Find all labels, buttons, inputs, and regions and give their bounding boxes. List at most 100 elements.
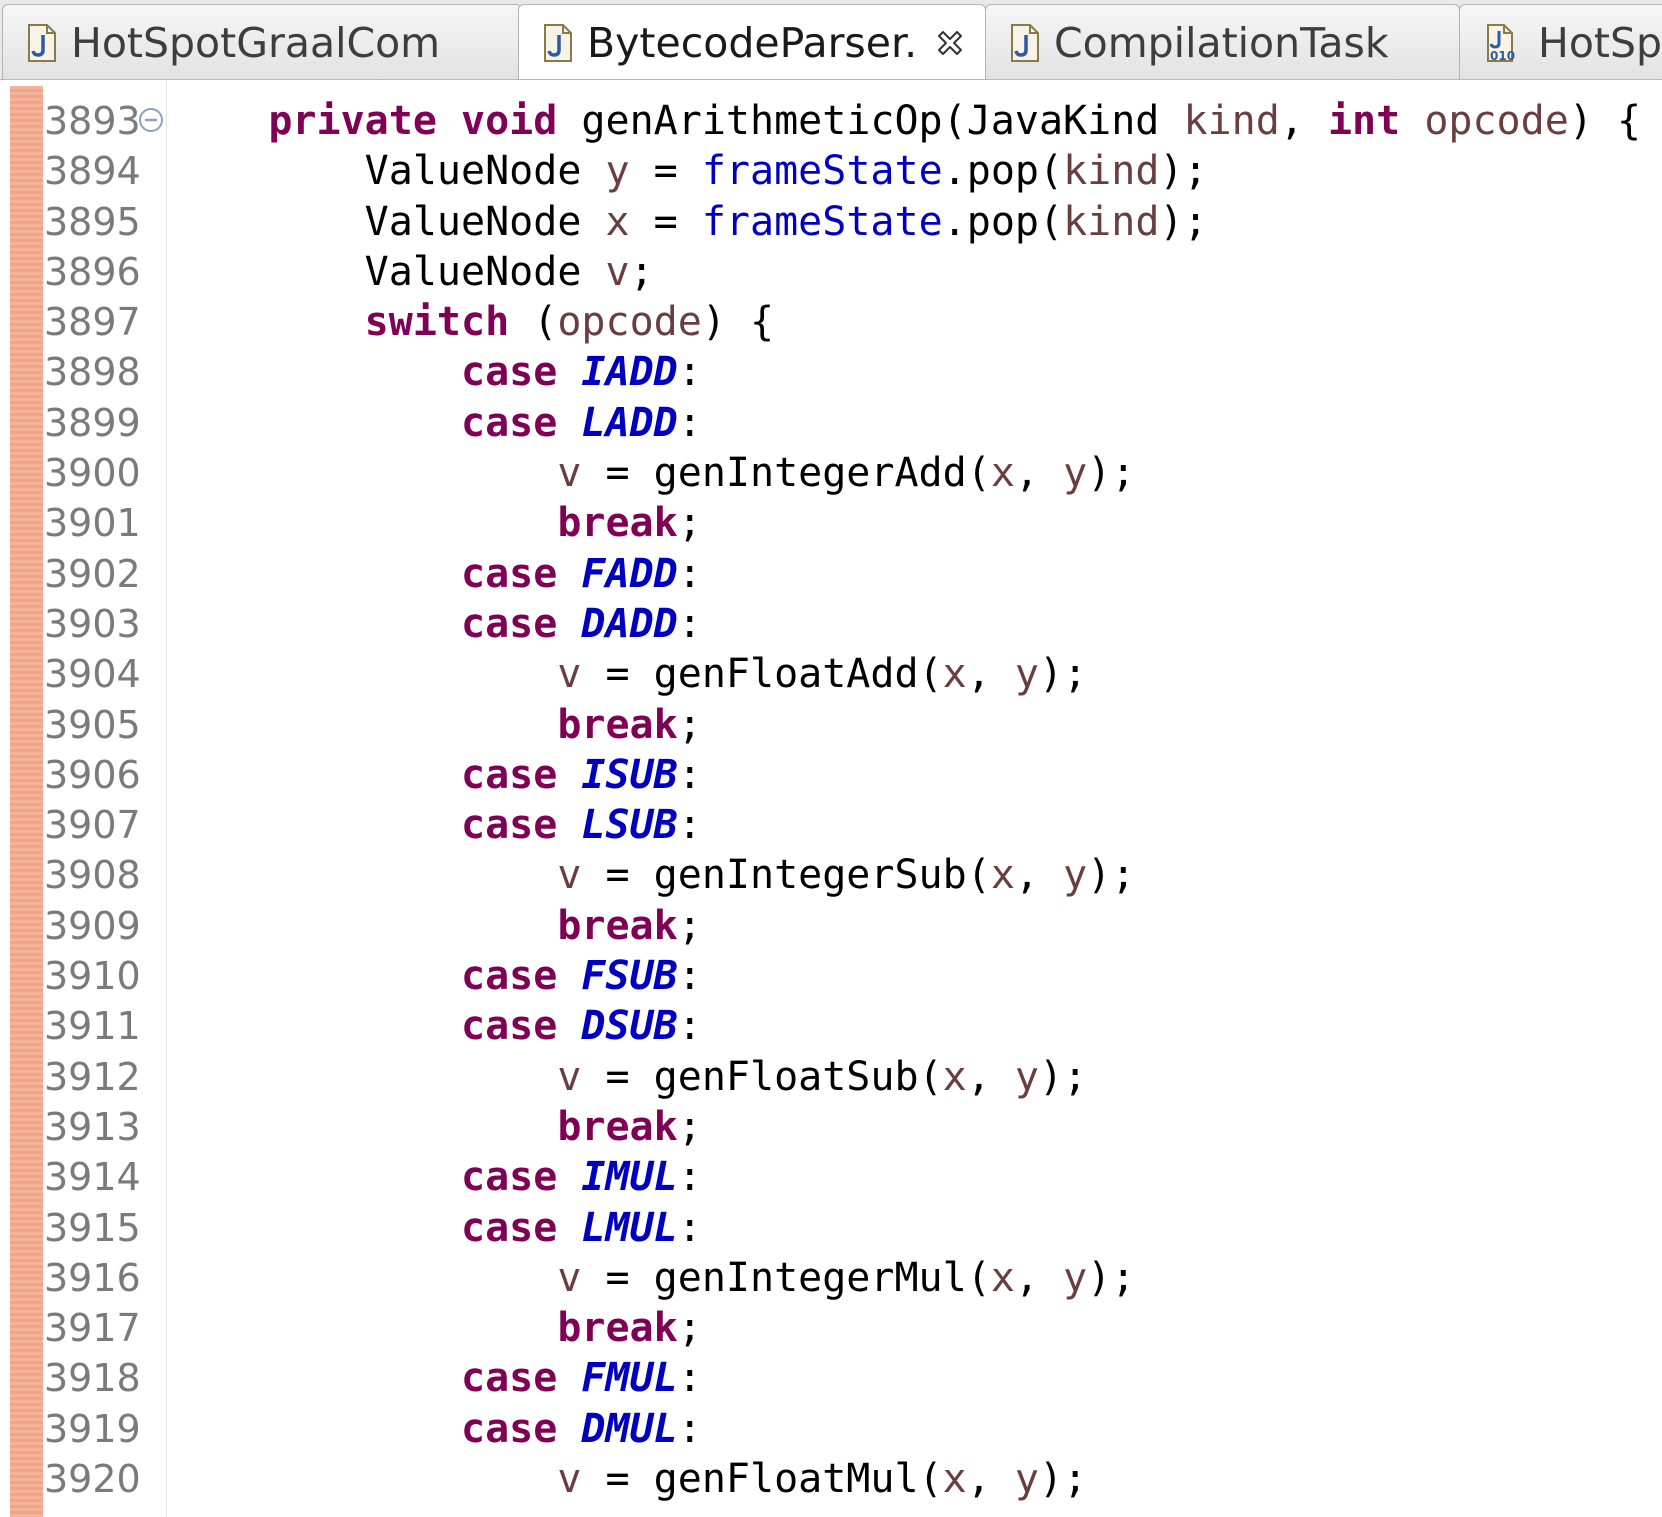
line-number: 3901 — [44, 501, 141, 546]
code-line[interactable]: 3919 case DMUL: — [0, 1404, 1662, 1454]
code-editor[interactable]: 3893 private void genArithmeticOp(JavaKi… — [0, 80, 1662, 1517]
code-token: break — [557, 1103, 678, 1150]
code-token: case — [460, 399, 558, 446]
tab-bytecodeparser[interactable]: BytecodeParser. — [518, 4, 986, 79]
code-token: IADD — [581, 349, 678, 396]
code-token: LADD — [581, 399, 678, 446]
code-line[interactable]: 3903 case DADD: — [0, 599, 1662, 649]
code-lines: 3893 private void genArithmeticOp(JavaKi… — [0, 96, 1662, 1504]
java-file-icon — [1011, 23, 1039, 62]
code-line[interactable]: 3896 ValueNode v; — [0, 247, 1662, 297]
code-line[interactable]: 3902 case FADD: — [0, 549, 1662, 599]
code-line[interactable]: 3907 case LSUB: — [0, 800, 1662, 850]
code-token: FSUB — [581, 953, 678, 1000]
code-line[interactable]: 3893 private void genArithmeticOp(JavaKi… — [0, 96, 1662, 146]
code-line[interactable]: 3895 ValueNode x = frameState.pop(kind); — [0, 197, 1662, 247]
code-token: v — [605, 248, 630, 295]
code-line[interactable]: 3901 break; — [0, 498, 1662, 548]
code-token: case — [460, 600, 558, 647]
tab-hotspotgraalcom[interactable]: HotSpotGraalCom — [2, 4, 522, 79]
code-token: IMUL — [581, 1154, 678, 1201]
code-line[interactable]: 3898 case IADD: — [0, 347, 1662, 397]
code-token: frameState — [701, 148, 943, 195]
code-token: = — [629, 198, 702, 245]
line-number: 3904 — [44, 652, 141, 697]
code-line[interactable]: 3905 break; — [0, 700, 1662, 750]
code-token: v — [557, 1053, 582, 1100]
code-line[interactable]: 3916 v = genIntegerMul(x, y); — [0, 1253, 1662, 1303]
code-line[interactable]: 3904 v = genFloatAdd(x, y); — [0, 649, 1662, 699]
tab-hotsp[interactable]: 010 HotSp — [1459, 4, 1662, 79]
code-text: case FSUB: — [172, 951, 702, 1001]
code-line[interactable]: 3915 case LMUL: — [0, 1203, 1662, 1253]
code-text: v = genIntegerSub(x, y); — [172, 850, 1135, 900]
code-token: x — [942, 1456, 967, 1503]
code-line[interactable]: 3911 case DSUB: — [0, 1001, 1662, 1051]
code-token: case — [460, 751, 558, 798]
code-token: v — [557, 852, 582, 899]
code-token: ); — [1039, 651, 1088, 698]
line-number: 3893 — [44, 99, 141, 143]
code-line[interactable]: 3897 switch (opcode) { — [0, 297, 1662, 347]
code-line[interactable]: 3910 case FSUB: — [0, 951, 1662, 1001]
tab-compilationtask[interactable]: CompilationTask — [985, 4, 1460, 79]
code-token: LSUB — [581, 802, 678, 849]
line-number: 3918 — [44, 1356, 141, 1401]
code-line[interactable]: 3908 v = genIntegerSub(x, y); — [0, 850, 1662, 900]
line-number: 3908 — [44, 853, 141, 898]
line-number: 3903 — [44, 601, 141, 646]
code-token: ); — [1159, 148, 1208, 195]
code-token: : — [677, 550, 702, 597]
code-token: , — [1014, 450, 1064, 497]
code-token: , — [966, 1456, 1015, 1503]
line-number: 3906 — [44, 752, 141, 797]
code-line[interactable]: 3917 break; — [0, 1303, 1662, 1353]
code-token: break — [557, 902, 678, 949]
code-line[interactable]: 3920 v = genFloatMul(x, y); — [0, 1454, 1662, 1504]
code-token: = genFloatSub( — [581, 1053, 943, 1100]
code-line[interactable]: 3914 case IMUL: — [0, 1152, 1662, 1202]
code-token: = genFloatMul( — [581, 1456, 943, 1503]
code-line[interactable]: 3918 case FMUL: — [0, 1353, 1662, 1403]
svg-text:010: 010 — [1490, 49, 1515, 63]
code-token: : — [677, 953, 702, 1000]
code-line[interactable]: 3900 v = genIntegerAdd(x, y); — [0, 448, 1662, 498]
code-token: ); — [1087, 450, 1136, 497]
code-line[interactable]: 3894 ValueNode y = frameState.pop(kind); — [0, 146, 1662, 196]
code-line[interactable]: 3906 case ISUB: — [0, 750, 1662, 800]
code-text: case IADD: — [172, 347, 702, 397]
code-line[interactable]: 3912 v = genFloatSub(x, y); — [0, 1052, 1662, 1102]
code-text: case FMUL: — [172, 1353, 702, 1403]
code-token: y — [1014, 1456, 1039, 1503]
code-token: case — [460, 953, 558, 1000]
code-token: kind — [1063, 198, 1160, 245]
code-text: private void genArithmeticOp(JavaKind ki… — [172, 96, 1641, 146]
class-file-icon: 010 — [1487, 23, 1515, 63]
close-icon[interactable] — [935, 28, 965, 58]
code-line[interactable]: 3909 break; — [0, 901, 1662, 951]
code-line[interactable]: 3913 break; — [0, 1102, 1662, 1152]
code-token: y — [1014, 651, 1039, 698]
code-token: y — [1063, 852, 1088, 899]
code-line[interactable]: 3899 case LADD: — [0, 398, 1662, 448]
code-token: ValueNode — [172, 198, 606, 245]
line-number: 3895 — [44, 199, 141, 244]
line-number: 3912 — [44, 1054, 141, 1099]
fold-collapse-icon[interactable] — [138, 107, 164, 133]
